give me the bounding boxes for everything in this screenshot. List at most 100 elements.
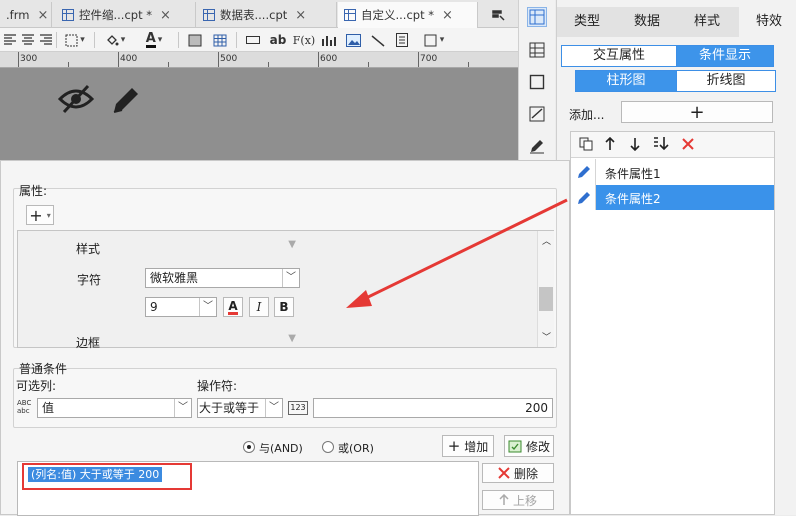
close-icon[interactable]: × [160, 8, 171, 23]
design-canvas[interactable] [0, 68, 518, 160]
align-left-icon[interactable] [2, 31, 18, 49]
text-field-icon[interactable] [243, 31, 263, 49]
tab-style[interactable]: 样式 [677, 7, 737, 37]
close-icon[interactable]: × [37, 8, 48, 23]
condition-item[interactable]: (列名:值) 大于或等于 200 [28, 467, 163, 482]
tab-widget-scale[interactable]: 控件缩...cpt * × [56, 2, 196, 28]
and-radio[interactable] [243, 441, 255, 453]
ruler-mark: 500 [220, 54, 238, 64]
add-attribute-button[interactable]: + ▾ [26, 205, 54, 225]
modify-condition-button[interactable]: 修改 [504, 435, 554, 457]
or-radio[interactable] [322, 441, 334, 453]
report-icon [203, 9, 215, 21]
border-icon[interactable] [60, 31, 90, 49]
chevron-down-icon: ▾ [46, 210, 51, 220]
font-name-select[interactable]: 微软雅黑 ﹀ [145, 268, 300, 288]
more-insert-icon[interactable] [418, 31, 450, 49]
seg-line-chart[interactable]: 折线图 [676, 70, 776, 92]
eye-slash-icon[interactable] [57, 84, 95, 117]
value-type-icon[interactable]: 123 [288, 401, 308, 415]
scroll-down-icon[interactable]: ﹀ [542, 330, 551, 343]
column-select[interactable]: 值 ﹀ [37, 398, 192, 418]
formula-icon[interactable]: F(x) [293, 31, 315, 49]
close-icon[interactable]: × [295, 8, 306, 23]
condition-list[interactable]: (列名:值) 大于或等于 200 [17, 461, 479, 516]
seg-bar-chart[interactable]: 柱形图 [575, 70, 677, 92]
delete-condition-button[interactable]: 删除 [482, 463, 554, 483]
font-size-select[interactable]: 9 ﹀ [145, 297, 217, 317]
toolbar-divider [94, 32, 95, 48]
add-condition-button[interactable]: + [621, 101, 773, 123]
tab-custom[interactable]: 自定义...cpt * × [338, 2, 478, 28]
scroll-up-icon[interactable]: ︿ [542, 234, 551, 247]
editor-tab-bar: .frm × 控件缩...cpt * × 数据表....cpt × 自定义...… [0, 0, 518, 28]
tab-type[interactable]: 类型 [557, 7, 617, 37]
chevron-down-icon: ﹀ [199, 298, 216, 316]
copy-icon[interactable] [579, 137, 593, 154]
tab-data-table[interactable]: 数据表....cpt × [197, 2, 337, 28]
delete-icon[interactable] [681, 137, 695, 154]
slash-icon[interactable] [369, 31, 387, 49]
italic-button[interactable]: I [249, 297, 269, 317]
plus-icon: + [29, 205, 43, 225]
or-label: 或(OR) [338, 442, 374, 455]
edit-pencil-icon[interactable] [527, 136, 547, 156]
image-icon[interactable] [344, 31, 362, 49]
property-panel: 类型 数据 样式 特效 交互属性 条件显示 柱形图 折线图 添加... + 条件… [556, 0, 796, 515]
scrollbar-thumb[interactable] [539, 287, 553, 311]
list-toolbar [571, 132, 774, 158]
close-icon[interactable]: × [442, 8, 453, 23]
pencil-icon[interactable] [110, 84, 142, 119]
widget-icon[interactable] [527, 72, 547, 92]
and-label: 与(AND) [259, 442, 303, 455]
float-element-icon[interactable] [527, 40, 547, 60]
seg-interaction[interactable]: 交互属性 [561, 45, 677, 67]
cell-attr-icon[interactable] [527, 7, 547, 27]
tab-effect[interactable]: 特效 [739, 7, 796, 37]
arrow-up-icon [499, 494, 509, 505]
toolbar-divider [178, 32, 179, 48]
condition-list-panel: 条件属性1 条件属性2 [570, 131, 775, 515]
svg-text:abc: abc [17, 407, 30, 415]
condition-attr-icon[interactable] [527, 104, 547, 124]
format-toolbar: A ab F(x) [0, 28, 518, 52]
move-up-button[interactable]: 上移 [482, 490, 554, 510]
column-label: 可选列: [16, 379, 57, 393]
tab-label: 自定义...cpt * [361, 8, 435, 22]
fill-color-icon[interactable] [100, 31, 130, 49]
font-color-button[interactable]: A [223, 297, 243, 317]
tab-label: 控件缩...cpt * [79, 8, 153, 22]
font-color-icon[interactable]: A [138, 31, 170, 49]
tab-overflow-icon[interactable] [488, 6, 508, 24]
list-item[interactable]: 条件属性1 [571, 159, 774, 185]
chart-icon[interactable] [320, 31, 338, 49]
ruler-mark: 400 [120, 54, 138, 64]
subreport-icon[interactable] [393, 31, 411, 49]
horizontal-ruler: 300 400 500 600 700 [0, 52, 518, 68]
operator-label: 操作符: [197, 379, 238, 393]
style-label: 样式 [76, 242, 101, 256]
text-icon[interactable]: ab [268, 31, 288, 49]
tab-frm[interactable]: .frm × [0, 2, 52, 28]
chevron-down-icon: ﹀ [282, 269, 299, 287]
ruler-mark: 300 [20, 54, 38, 64]
tab-data[interactable]: 数据 [617, 7, 677, 37]
merge-icon[interactable] [186, 31, 204, 49]
seg-condition-display[interactable]: 条件显示 [676, 45, 774, 67]
delete-icon [498, 467, 510, 479]
table-icon[interactable] [211, 31, 229, 49]
add-condition-button[interactable]: + 增加 [442, 435, 494, 457]
char-label: 字符 [77, 273, 102, 287]
arrow-up-icon[interactable] [604, 136, 616, 154]
align-center-icon[interactable] [20, 31, 36, 49]
arrow-down-icon[interactable] [629, 137, 641, 154]
font-color-icon: A [228, 298, 238, 315]
bold-button[interactable]: B [274, 297, 294, 317]
value-input[interactable]: 200 [313, 398, 553, 418]
column-type-icon: ABC abc [17, 397, 37, 418]
vertical-scrollbar[interactable]: ︿ ﹀ [537, 231, 554, 347]
align-right-icon[interactable] [38, 31, 54, 49]
list-item-selected[interactable]: 条件属性2 [571, 185, 774, 210]
move-bottom-icon[interactable] [653, 136, 671, 155]
operator-select[interactable]: 大于或等于 ﹀ [197, 398, 283, 418]
